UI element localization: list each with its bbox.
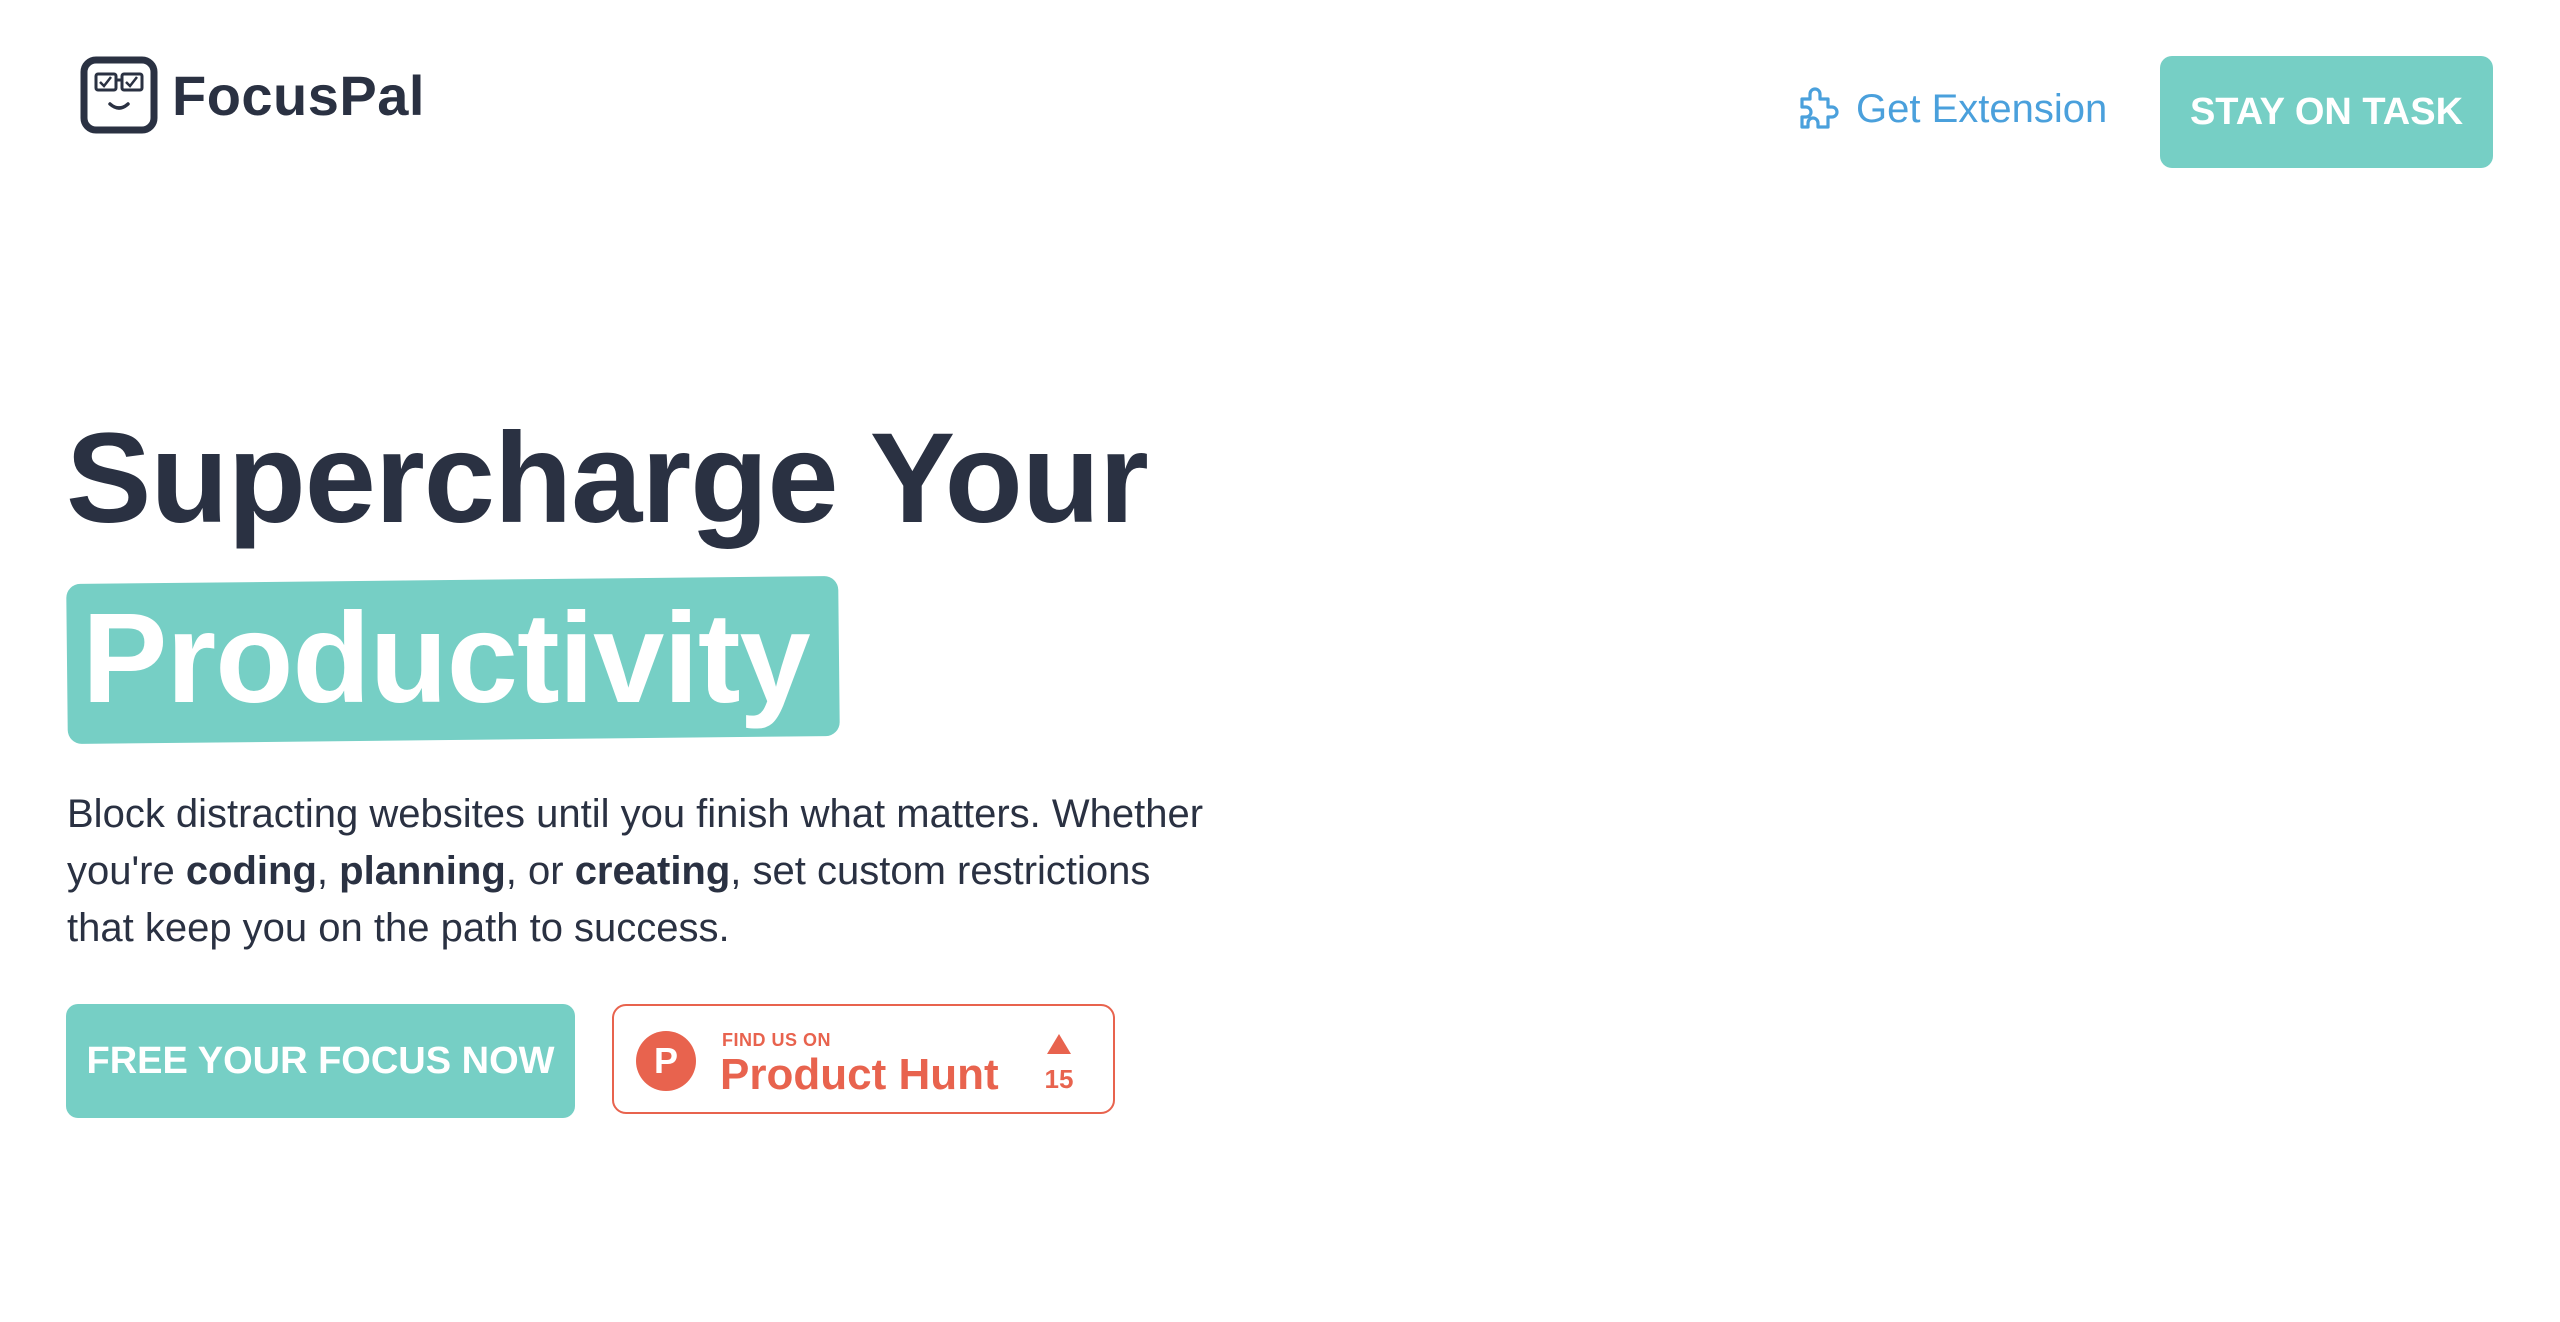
description-separator: , [316, 849, 340, 893]
puzzle-piece-icon [1800, 87, 1839, 129]
robot-face-icon [80, 56, 158, 134]
brand-logo[interactable]: FocusPal [80, 56, 425, 134]
free-your-focus-button[interactable]: FREE YOUR FOCUS NOW [66, 1004, 575, 1118]
description-bold-planning: planning [339, 849, 506, 893]
product-hunt-find-us: FIND US ON [722, 1030, 832, 1050]
get-extension-label: Get Extension [1856, 86, 2108, 131]
hero-title-line1: Supercharge Your [66, 407, 1149, 550]
description-bold-creating: creating [574, 849, 731, 893]
description-separator: , or [505, 849, 575, 893]
stay-on-task-button[interactable]: STAY ON TASK [2160, 56, 2493, 168]
product-hunt-badge[interactable]: P FIND US ON Product Hunt 15 [612, 1004, 1115, 1114]
description-bold-coding: coding [185, 849, 317, 893]
product-hunt-name: Product Hunt [720, 1050, 999, 1099]
brand-name: FocusPal [172, 63, 425, 127]
get-extension-link[interactable]: Get Extension [1790, 83, 2107, 135]
hero-title-highlight: Productivity [82, 587, 811, 730]
upvote-count: 15 [1044, 1064, 1074, 1094]
upvote-arrow-icon [1047, 1034, 1071, 1054]
product-hunt-logo-icon: P [636, 1031, 696, 1091]
hero-description: Block distracting websites until you fin… [67, 786, 1227, 957]
svg-text:P: P [654, 1040, 678, 1081]
site-header: FocusPal Get Extension STAY ON TASK [0, 0, 2560, 200]
